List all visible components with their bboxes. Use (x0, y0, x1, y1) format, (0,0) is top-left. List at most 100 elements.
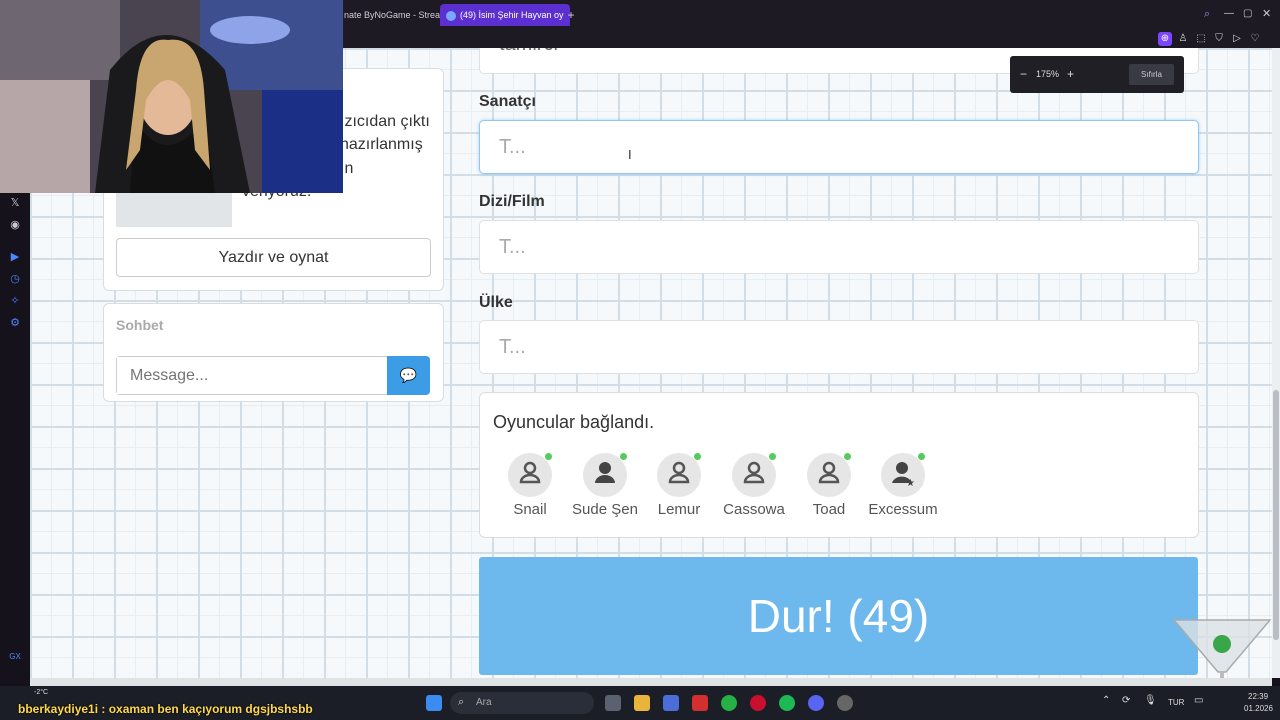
search-icon[interactable]: ⌕ (1204, 8, 1210, 21)
store-icon[interactable] (663, 695, 679, 711)
webcam-feed-image (0, 0, 343, 193)
print-description-line: hazırlanmış (340, 136, 423, 153)
vertical-scroll-thumb[interactable] (1273, 390, 1279, 640)
dizi-film-field[interactable] (479, 220, 1199, 274)
user-icon (583, 453, 627, 497)
history-icon[interactable]: ◷ (8, 272, 22, 286)
microphone-icon[interactable]: 🎙 (1144, 695, 1157, 706)
chat-message-field[interactable] (117, 357, 387, 394)
players-title: Oyuncular bağlandı. (493, 412, 655, 432)
pin-icon[interactable]: ♙ (1176, 32, 1190, 46)
tab-isim-sehir[interactable]: (49) İsim Şehir Hayvan oy (440, 4, 570, 26)
zoom-reset-button[interactable]: Sıfırla (1129, 64, 1174, 85)
zoom-in-button[interactable]: + (1067, 67, 1074, 81)
play-icon[interactable]: ▷ (1230, 32, 1244, 46)
ulke-input[interactable] (480, 321, 1198, 373)
settings-icon[interactable]: ⚙ (8, 316, 22, 330)
discord-icon[interactable] (808, 695, 824, 711)
taskbar-search-label: Ara (476, 697, 492, 708)
chat-bubble-icon: 💬 (399, 367, 418, 383)
extensions-icon[interactable]: ✧ (8, 294, 22, 308)
sanatci-field[interactable]: I (479, 120, 1199, 174)
chevron-up-icon[interactable]: ⌃ (1102, 695, 1110, 706)
whatsapp-icon[interactable] (721, 695, 737, 711)
app-icon[interactable] (692, 695, 708, 711)
user-icon (807, 453, 851, 497)
stop-button[interactable]: Dur! (49) (479, 557, 1198, 675)
player-icon[interactable]: ▶ (8, 250, 22, 264)
stream-chat-line: bberkaydiye1i : oxaman ben kaçıyorum dgs… (18, 702, 313, 716)
svg-text:★: ★ (906, 478, 915, 489)
online-indicator (620, 453, 627, 460)
player-item: Sude Şen (570, 453, 640, 518)
dizi-film-input[interactable] (480, 221, 1198, 273)
player-item: Lemur (644, 453, 714, 518)
zoom-popup: − 175% + Sıfırla (1010, 56, 1184, 93)
tab-bynogame[interactable]: nate ByNoGame - Strea (338, 4, 442, 26)
chat-input[interactable] (116, 356, 388, 395)
language-indicator[interactable]: TUR (1168, 698, 1184, 707)
x-twitter-icon[interactable]: 𝕏 (8, 196, 22, 210)
chat-card: Sohbet 💬 (103, 303, 444, 402)
clock-date: 01.2026 (1244, 704, 1273, 713)
sanatci-input[interactable] (480, 121, 1198, 173)
windows-start-icon[interactable] (426, 695, 442, 711)
user-icon (732, 453, 776, 497)
online-indicator (769, 453, 776, 460)
online-indicator (918, 453, 925, 460)
discord-icon[interactable]: ◉ (8, 218, 22, 232)
player-name: Excessum (868, 501, 938, 518)
close-icon[interactable]: ✕ (1262, 7, 1271, 20)
obs-icon[interactable] (837, 695, 853, 711)
zoom-out-button[interactable]: − (1020, 67, 1027, 81)
field-label-ulke: Ülke (479, 294, 513, 311)
text-cursor-icon: I (628, 147, 632, 162)
player-name: Lemur (657, 501, 701, 518)
martini-overlay-icon (1172, 619, 1272, 678)
shield-icon[interactable]: ⛉ (1212, 32, 1226, 46)
player-item: ★ Excessum (868, 453, 938, 518)
opera-gx-icon[interactable] (750, 695, 766, 711)
player-name: Snail (513, 501, 547, 518)
gx-icon[interactable]: GX (8, 650, 22, 664)
spotify-icon[interactable] (779, 695, 795, 711)
file-explorer-icon[interactable] (634, 695, 650, 711)
print-description-line: ızıcıdan çıktı (340, 113, 430, 130)
online-indicator (844, 453, 851, 460)
send-message-button[interactable]: 💬 (387, 356, 430, 395)
zoom-icon[interactable]: ⊕ (1158, 32, 1172, 46)
horizontal-scrollbar[interactable] (30, 678, 1272, 686)
player-name: Sude Şen (572, 501, 638, 518)
player-item: Cassowa (719, 453, 789, 518)
user-icon (657, 453, 701, 497)
task-view-icon[interactable] (605, 695, 621, 711)
ulke-field[interactable] (479, 320, 1199, 374)
minimize-icon[interactable]: — (1224, 8, 1234, 19)
player-item: Snail (495, 453, 565, 518)
user-star-icon: ★ (881, 453, 925, 497)
player-name: Cassowa (723, 501, 785, 518)
search-icon: ⌕ (458, 696, 465, 708)
clock-time: 22:39 (1248, 692, 1269, 701)
weather-text: -2°C (34, 689, 49, 696)
display-icon[interactable]: ▭ (1194, 695, 1203, 706)
webcam-overlay (0, 0, 343, 193)
heart-icon[interactable]: ♡ (1248, 32, 1262, 46)
taskbar: -2°C bberkaydiye1i : oxaman ben kaçıyoru… (0, 686, 1280, 720)
maximize-icon[interactable]: ▢ (1243, 8, 1252, 19)
field-label-sanatci: Sanatçı (479, 93, 536, 110)
network-icon[interactable]: ⟳ (1122, 695, 1130, 706)
taskbar-search[interactable]: ⌕ Ara (450, 692, 594, 714)
player-name: Toad (812, 501, 846, 518)
zoom-level: 175% (1036, 69, 1060, 79)
new-tab-button[interactable]: + (566, 4, 576, 26)
snapshot-icon[interactable]: ⬚ (1194, 32, 1208, 46)
site-favicon-icon (446, 10, 456, 21)
players-card: Oyuncular bağlandı. Snail Sude Şen Lemur… (479, 392, 1199, 538)
user-icon (508, 453, 552, 497)
online-indicator (545, 453, 552, 460)
online-indicator (694, 453, 701, 460)
print-and-play-button[interactable]: Yazdır ve oynat (116, 238, 431, 277)
print-preview-image (116, 189, 232, 227)
player-item: Toad (794, 453, 864, 518)
